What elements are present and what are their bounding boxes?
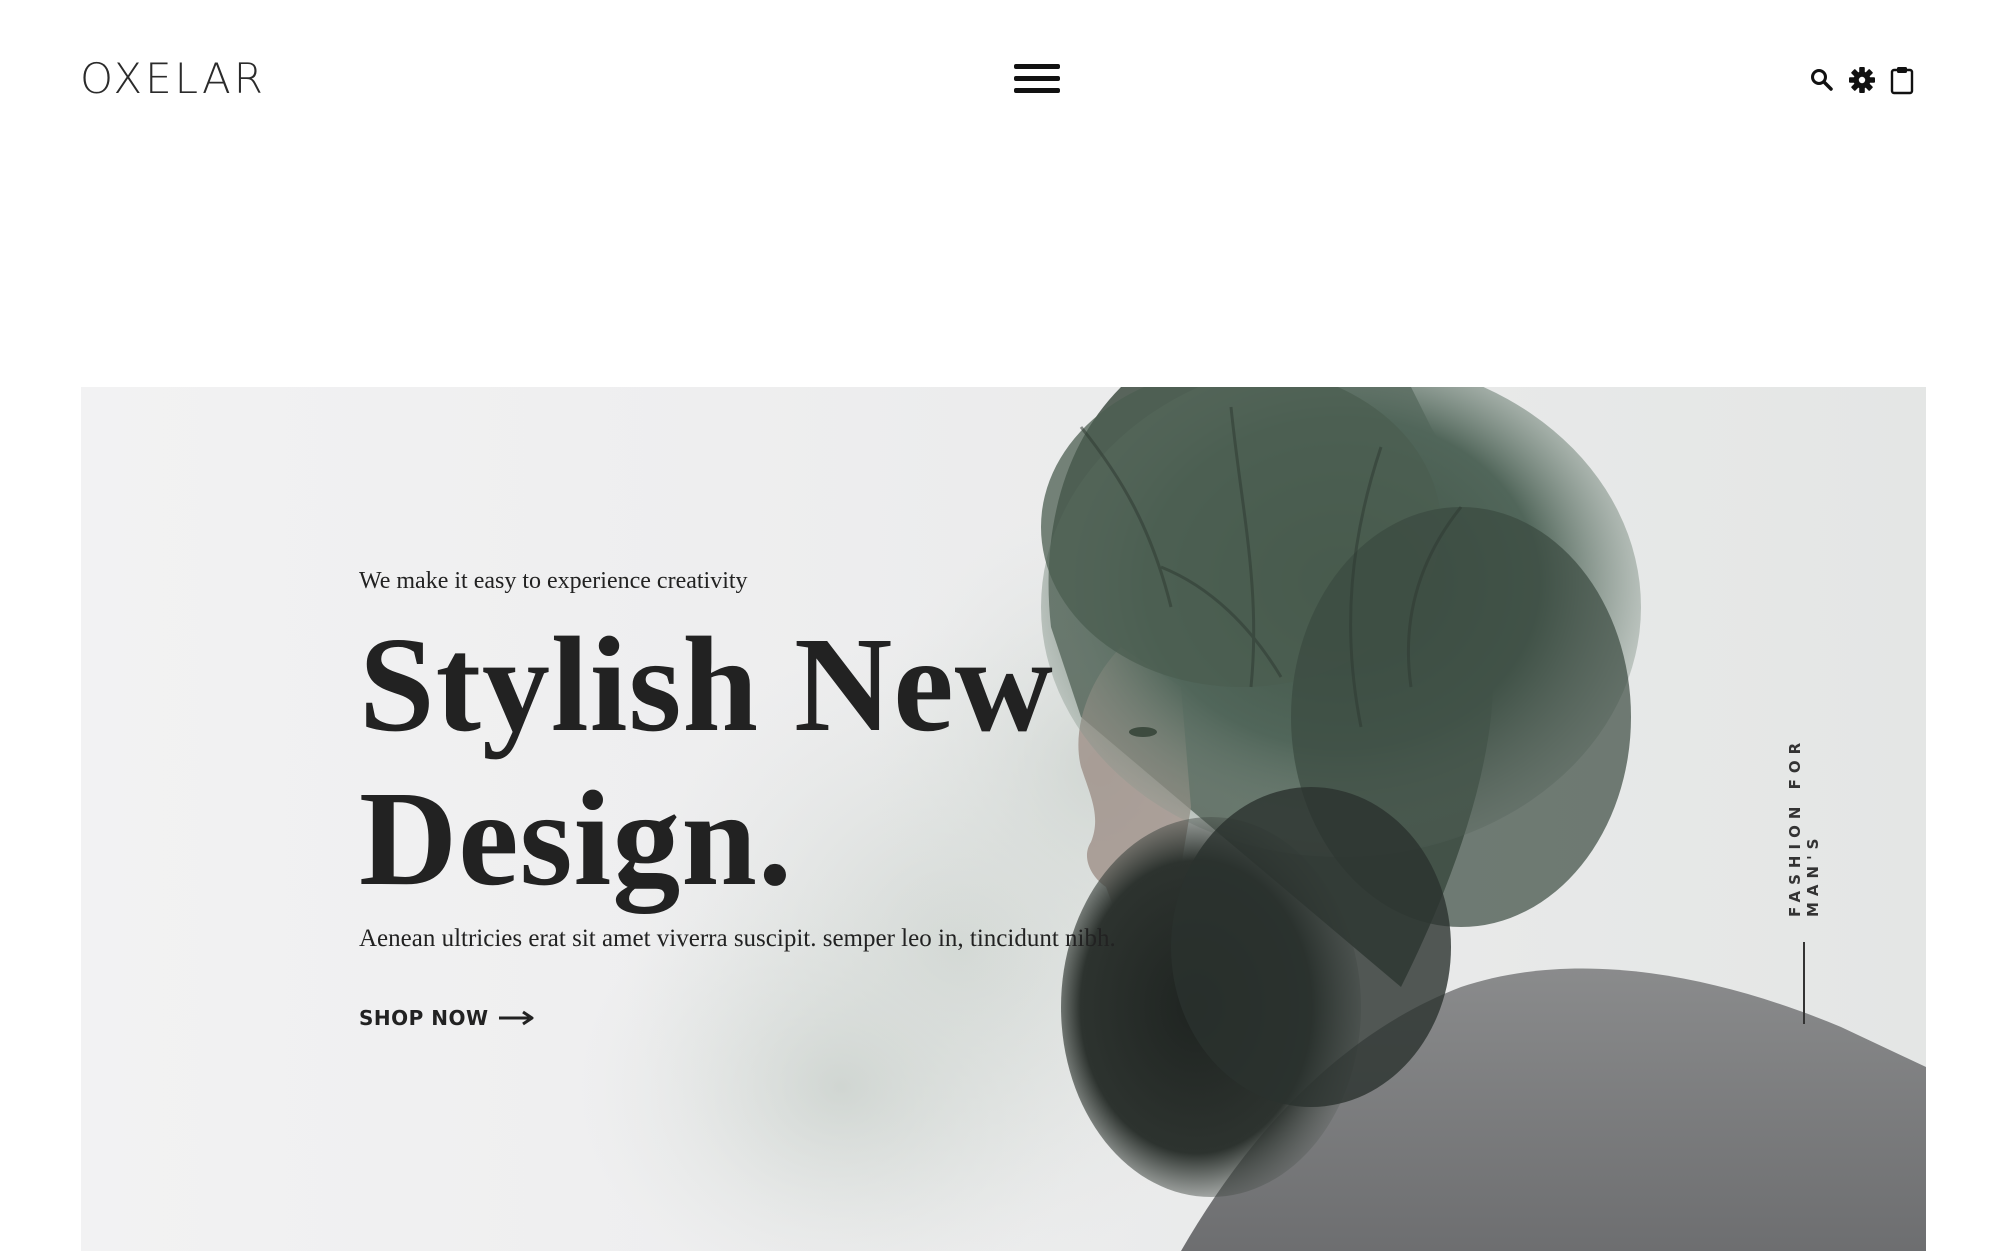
arrow-right-icon <box>498 1010 534 1026</box>
shop-now-button[interactable]: SHOP NOW <box>359 1006 535 1030</box>
hero-kicker: We make it easy to experience creativity <box>359 568 748 594</box>
clipboard-icon[interactable] <box>1888 64 1916 96</box>
search-icon[interactable] <box>1808 64 1836 96</box>
logo[interactable]: OXELAR <box>80 54 266 103</box>
hero-title-line-1: Stylish New <box>359 609 1054 760</box>
side-vertical-label: FASHION FOR MAN'S <box>1786 657 1822 1137</box>
hamburger-menu-icon[interactable] <box>1014 64 1060 94</box>
side-label-text: FASHION FOR MAN'S <box>1786 736 1822 917</box>
hero-title: Stylish New Design. <box>359 608 1259 916</box>
hero-description: Aenean ultricies erat sit amet viverra s… <box>359 924 1116 952</box>
gear-icon[interactable] <box>1848 64 1876 96</box>
shop-now-label: SHOP NOW <box>359 1005 489 1030</box>
hero-banner: We make it easy to experience creativity… <box>81 387 1926 1251</box>
site-header: OXELAR <box>0 0 2004 160</box>
hero-content: We make it easy to experience creativity… <box>359 567 1259 1030</box>
hero-title-line-2: Design. <box>359 763 793 914</box>
side-label-divider <box>1803 942 1805 1024</box>
header-actions <box>1808 62 1916 98</box>
